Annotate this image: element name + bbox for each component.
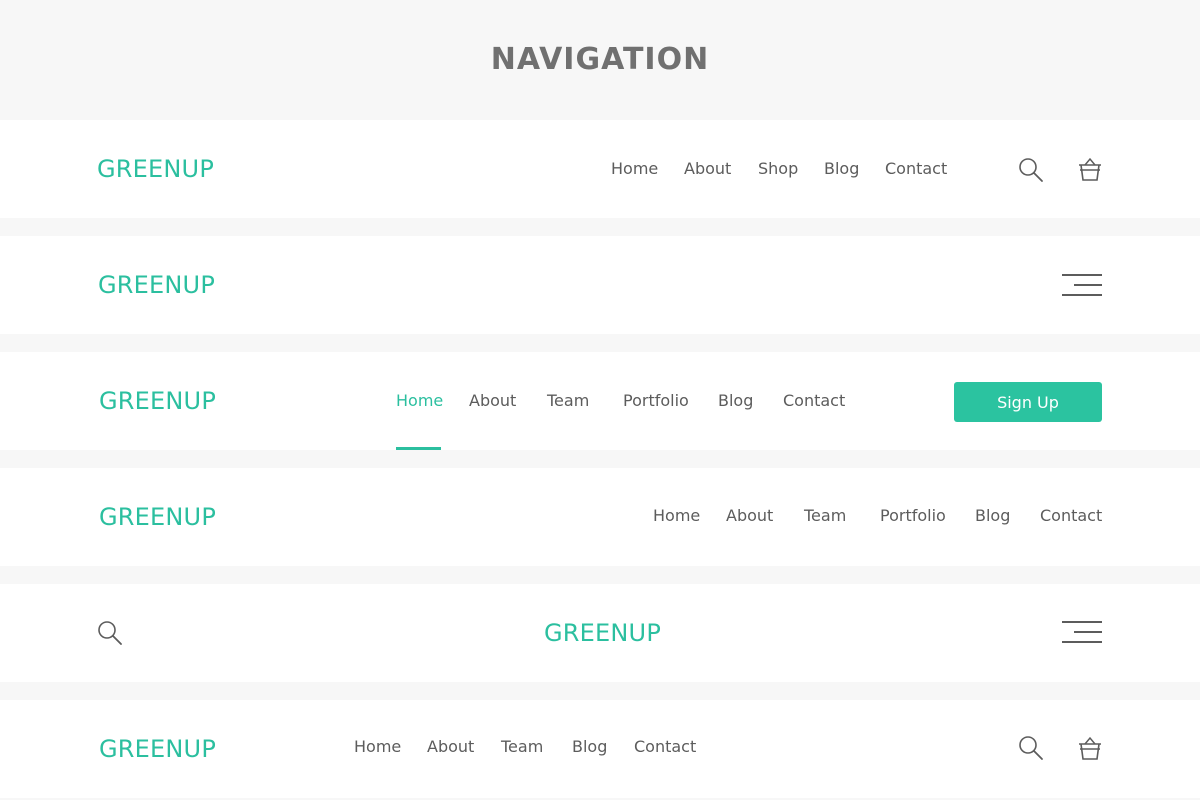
search-icon[interactable]: [97, 620, 125, 646]
logo[interactable]: GREENUP: [99, 503, 216, 531]
hamburger-menu-icon[interactable]: [1062, 620, 1102, 644]
nav-link-contact[interactable]: Contact: [634, 738, 696, 756]
navbar-6: GREENUP Home About Team Blog Contact: [0, 700, 1200, 798]
nav-link-team[interactable]: Team: [501, 738, 543, 756]
nav-link-about[interactable]: About: [684, 160, 731, 178]
nav-link-team[interactable]: Team: [804, 507, 846, 525]
basket-icon[interactable]: [1077, 734, 1103, 762]
nav-link-home[interactable]: Home: [611, 160, 658, 178]
navbar-1: GREENUP Home About Shop Blog Contact: [0, 120, 1200, 218]
nav-link-contact[interactable]: Contact: [783, 392, 845, 410]
nav-link-team[interactable]: Team: [547, 392, 589, 410]
logo[interactable]: GREENUP: [544, 619, 661, 647]
nav-link-portfolio[interactable]: Portfolio: [623, 392, 689, 410]
nav-link-home[interactable]: Home: [396, 392, 443, 410]
logo[interactable]: GREENUP: [97, 155, 214, 183]
navbar-5: GREENUP: [0, 584, 1200, 682]
basket-icon[interactable]: [1077, 155, 1103, 183]
nav-link-contact[interactable]: Contact: [1040, 507, 1102, 525]
nav-link-about[interactable]: About: [427, 738, 474, 756]
nav-link-shop[interactable]: Shop: [758, 160, 798, 178]
search-icon[interactable]: [1018, 157, 1046, 183]
nav-link-blog[interactable]: Blog: [718, 392, 753, 410]
nav-link-home[interactable]: Home: [354, 738, 401, 756]
nav-link-blog[interactable]: Blog: [572, 738, 607, 756]
nav-link-blog[interactable]: Blog: [824, 160, 859, 178]
sign-up-button[interactable]: Sign Up: [954, 382, 1102, 422]
logo[interactable]: GREENUP: [99, 735, 216, 763]
nav-link-about[interactable]: About: [726, 507, 773, 525]
hamburger-menu-icon[interactable]: [1062, 273, 1102, 297]
nav-link-home[interactable]: Home: [653, 507, 700, 525]
logo[interactable]: GREENUP: [98, 271, 215, 299]
navbar-4: GREENUP Home About Team Portfolio Blog C…: [0, 468, 1200, 566]
nav-link-about[interactable]: About: [469, 392, 516, 410]
page-title: NAVIGATION: [490, 42, 710, 77]
navbar-3: GREENUP Home About Team Portfolio Blog C…: [0, 352, 1200, 450]
nav-link-blog[interactable]: Blog: [975, 507, 1010, 525]
nav-link-contact[interactable]: Contact: [885, 160, 947, 178]
nav-link-portfolio[interactable]: Portfolio: [880, 507, 946, 525]
active-tab-indicator: [396, 447, 441, 450]
logo[interactable]: GREENUP: [99, 387, 216, 415]
search-icon[interactable]: [1018, 735, 1046, 761]
navbar-2: GREENUP: [0, 236, 1200, 334]
